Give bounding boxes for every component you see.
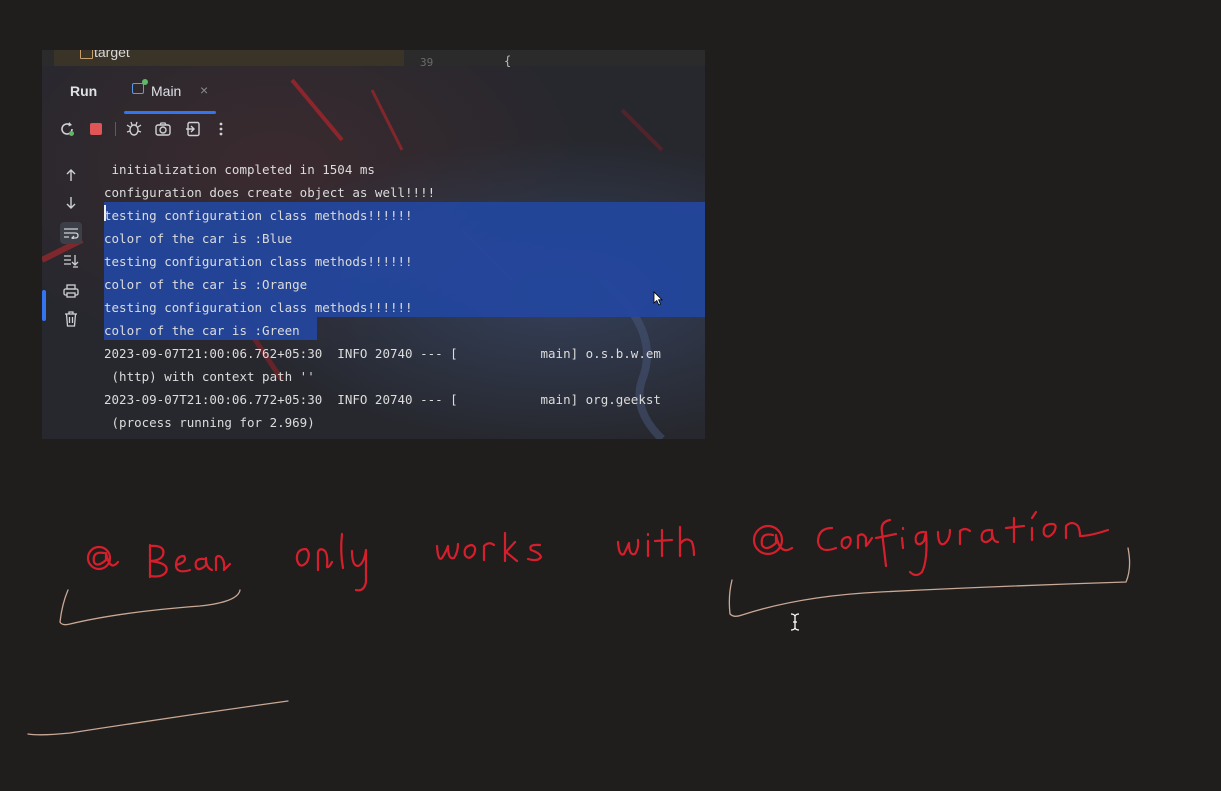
annotation-word-only xyxy=(295,532,368,592)
annotation-word-with xyxy=(616,525,696,558)
underline-configuration xyxy=(728,547,1131,617)
handwritten-annotation xyxy=(27,510,1131,736)
annotation-word-works xyxy=(435,531,543,563)
underline-bean xyxy=(59,589,241,626)
annotation-word-bean xyxy=(86,543,232,579)
stray-underline xyxy=(27,700,289,736)
annotation-word-configuration xyxy=(752,510,1110,577)
text-cursor-icon xyxy=(790,613,800,631)
